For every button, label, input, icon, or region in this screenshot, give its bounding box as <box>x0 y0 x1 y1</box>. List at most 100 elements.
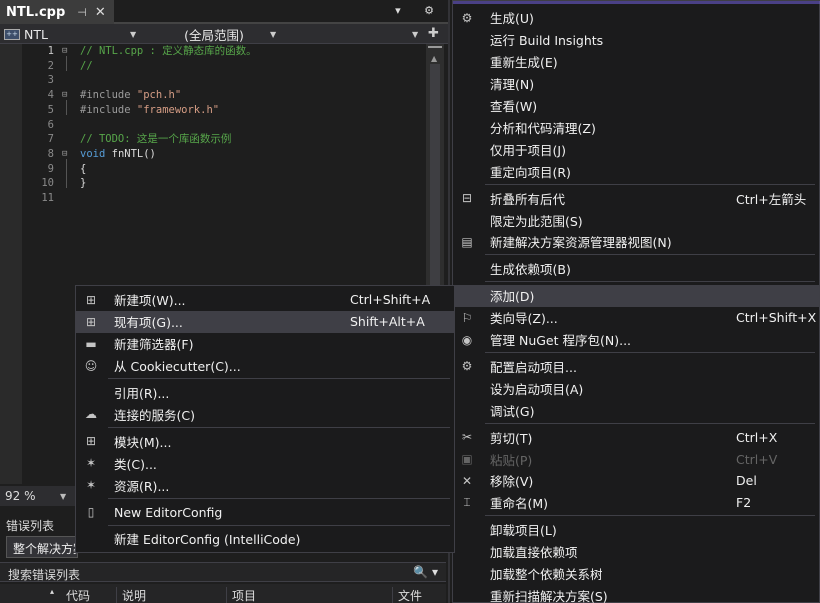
error-scope-dropdown[interactable]: 整个解决方案 <box>6 536 78 558</box>
menu-item[interactable]: 加载整个依赖关系树 <box>453 563 819 585</box>
menu-item: ▣ 粘贴(P) Ctrl+V <box>453 448 819 470</box>
menu-separator <box>485 352 815 353</box>
code-token: "framework.h" <box>136 103 220 116</box>
menu-item[interactable]: 重定向项目(R) <box>453 160 819 182</box>
code-line[interactable]: 11 <box>22 191 422 206</box>
code-text: // TODO: 这是一个库函数示例 <box>80 132 231 147</box>
line-number: 5 <box>47 103 54 116</box>
menu-item[interactable]: ⊞ 模块(M)... <box>76 430 454 452</box>
menu-item-label: 资源(R)... <box>114 478 170 494</box>
error-search-input[interactable]: 搜索错误列表 🔍 ▾ <box>0 562 446 582</box>
code-line[interactable]: 8 ⊟ void fnNTL() <box>22 147 422 162</box>
code-line[interactable]: 2 // <box>22 59 422 74</box>
code-line[interactable]: 9{ <box>22 162 422 177</box>
scroll-up-icon[interactable]: ▲ <box>431 54 437 63</box>
menu-item[interactable]: 卸载项目(L) <box>453 519 819 541</box>
menu-item-label: 重新扫描解决方案(S) <box>490 588 608 603</box>
menu-item-label: 运行 Build Insights <box>490 33 604 49</box>
editor-tabstrip: NTL.cpp ⊣ ✕ ▾ ⚙ <box>0 0 450 24</box>
menu-item-label: 加载整个依赖关系树 <box>490 567 603 583</box>
menu-item[interactable]: 新建 EditorConfig (IntelliCode) <box>76 528 454 550</box>
menu-separator <box>108 426 450 428</box>
menu-item[interactable]: ⌶ 重命名(M) F2 <box>453 492 819 514</box>
code-line[interactable]: 5 #include "framework.h" <box>22 103 422 118</box>
menu-item[interactable]: 分析和代码清理(Z) <box>453 117 819 139</box>
menu-item[interactable]: ◉ 管理 NuGet 程序包(N)... <box>453 329 819 351</box>
menu-item[interactable]: ▤ 新建解决方案资源管理器视图(N) <box>453 231 819 253</box>
menu-item-label: 分析和代码清理(Z) <box>490 120 596 136</box>
menu-item[interactable]: ⊞ 现有项(G)... Shift+Alt+A <box>76 310 454 333</box>
column-project[interactable]: 项目 <box>232 587 256 603</box>
menu-item[interactable]: 查看(W) <box>453 95 819 117</box>
menu-item[interactable]: 重新扫描解决方案(S) <box>453 585 819 603</box>
menu-item-label: 新建筛选器(F) <box>114 337 194 353</box>
pin-icon[interactable]: ⊣ <box>77 6 87 19</box>
menu-item[interactable]: ▬ 新建筛选器(F) <box>76 333 454 355</box>
project-context-menu: ⚙ 生成(U) 运行 Build Insights 重新生成(E) 清理(N) 查看(W)… <box>452 0 820 603</box>
menu-item[interactable]: 引用(R)... <box>76 382 454 404</box>
menu-item[interactable]: 重新生成(E) <box>453 51 819 73</box>
menu-item[interactable]: 生成依赖项(B) <box>453 258 819 280</box>
code-text: #include "framework.h" <box>80 103 219 118</box>
menu-item[interactable]: ⊟ 折叠所有后代 Ctrl+左箭头 <box>453 187 819 209</box>
menu-item[interactable]: 清理(N) <box>453 73 819 95</box>
code-token: // TODO: 这是一个库函数示例 <box>80 133 232 146</box>
menu-item[interactable]: ✕ 移除(V) Del <box>453 470 819 492</box>
tab-overflow-icon[interactable]: ▾ ⚙ <box>395 4 444 17</box>
chevron-down-icon[interactable]: ▼ <box>60 492 66 501</box>
scope-dropdown[interactable]: (全局范围) ▼ <box>148 24 280 44</box>
menu-item-label: 仅用于项目(J) <box>490 142 566 158</box>
menu-item[interactable]: 限定为此范围(S) <box>453 209 819 231</box>
close-icon[interactable]: ✕ <box>95 5 106 20</box>
menu-item[interactable]: 仅用于项目(J) <box>453 138 819 160</box>
code-line[interactable]: 6 <box>22 118 422 133</box>
splitter-handle[interactable] <box>428 46 442 48</box>
menu-item[interactable]: 运行 Build Insights <box>453 29 819 51</box>
menu-item[interactable]: ✂ 剪切(T) Ctrl+X <box>453 426 819 448</box>
menu-item[interactable]: 调试(G) <box>453 399 819 421</box>
menu-item[interactable]: ✶ 资源(R)... <box>76 474 454 496</box>
menu-item[interactable]: ▯ New EditorConfig <box>76 501 454 523</box>
menu-item[interactable]: ⚐ 类向导(Z)... Ctrl+Shift+X <box>453 307 819 329</box>
menu-item-shortcut: F2 <box>736 495 752 511</box>
code-line[interactable]: 10} <box>22 176 422 191</box>
menu-item[interactable]: 设为启动项目(A) <box>453 377 819 399</box>
menu-item[interactable]: ☺ 从 Cookiecutter(C)... <box>76 355 454 377</box>
search-icon[interactable]: 🔍 ▾ <box>413 565 438 579</box>
menu-separator <box>108 497 450 499</box>
menu-item-label: 新建项(W)... <box>114 293 186 309</box>
menu-item[interactable]: ⚙ 配置启动项目... <box>453 356 819 378</box>
connected-service-icon: ☁ <box>85 407 97 422</box>
gear-icon: ⚙ <box>461 359 473 374</box>
menu-item[interactable]: ⊞ 新建项(W)... Ctrl+Shift+A <box>76 289 454 311</box>
tab-ntl-cpp[interactable]: NTL.cpp ⊣ ✕ <box>0 0 114 24</box>
menu-item-label: 配置启动项目... <box>490 359 577 375</box>
column-file[interactable]: 文件 <box>398 587 422 603</box>
menu-item[interactable]: ☁ 连接的服务(C) <box>76 404 454 426</box>
column-description[interactable]: 说明 <box>122 587 146 603</box>
menu-item[interactable]: ⚙ 生成(U) <box>453 7 819 29</box>
column-code[interactable]: 代码 <box>66 587 90 603</box>
chevron-down-icon: ▼ <box>270 30 277 39</box>
fold-guide <box>66 158 67 189</box>
code-line[interactable]: 7 // TODO: 这是一个库函数示例 <box>22 132 422 147</box>
project-dropdown[interactable]: ++ NTL ▼ <box>4 24 144 44</box>
class-wizard-icon: ⚐ <box>461 310 473 325</box>
line-number: 2 <box>47 59 54 72</box>
code-line[interactable]: 1 ⊟// NTL.cpp : 定义静态库的函数。 <box>22 44 422 59</box>
code-token: { <box>80 162 87 175</box>
code-line[interactable]: 4 ⊟ #include "pch.h" <box>22 88 422 103</box>
sort-icon[interactable]: ▴ <box>50 587 54 596</box>
menu-item[interactable]: 添加(D) <box>453 284 819 307</box>
file-icon: ▯ <box>87 505 95 520</box>
zoom-level[interactable]: 92 % <box>5 489 36 503</box>
code-line[interactable]: 3 <box>22 73 422 88</box>
member-dropdown[interactable]: ▼ <box>284 24 424 44</box>
menu-item-label: 管理 NuGet 程序包(N)... <box>490 333 632 349</box>
menu-item[interactable]: ✶ 类(C)... <box>76 452 454 474</box>
menu-item[interactable]: 加载直接依赖项 <box>453 541 819 563</box>
menu-item-label: 类(C)... <box>114 456 157 472</box>
new-view-icon: ▤ <box>461 234 473 249</box>
code-text: } <box>80 176 86 191</box>
split-icon[interactable]: ✚ <box>428 26 439 41</box>
